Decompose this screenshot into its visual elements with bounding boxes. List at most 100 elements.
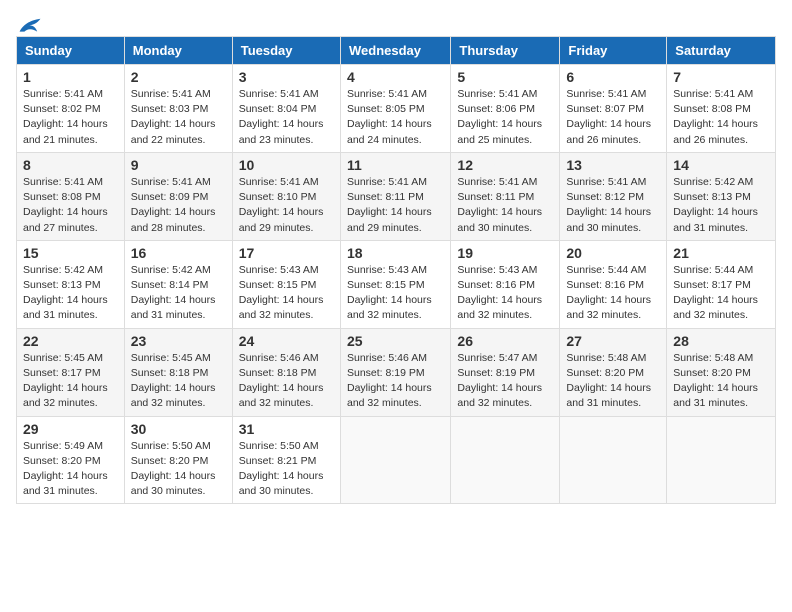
calendar-week-row: 22Sunrise: 5:45 AMSunset: 8:17 PMDayligh… — [17, 328, 776, 416]
calendar-cell: 15Sunrise: 5:42 AMSunset: 8:13 PMDayligh… — [17, 240, 125, 328]
day-number: 10 — [239, 157, 334, 173]
calendar-cell: 3 Sunrise: 5:41 AMSunset: 8:04 PMDaylight… — [232, 65, 340, 153]
day-header-friday: Friday — [560, 37, 667, 65]
calendar-cell: 22Sunrise: 5:45 AMSunset: 8:17 PMDayligh… — [17, 328, 125, 416]
day-info: Sunrise: 5:41 AMSunset: 8:05 PMDaylight:… — [347, 88, 432, 146]
page-header — [16, 16, 776, 28]
calendar-cell: 5 Sunrise: 5:41 AMSunset: 8:06 PMDaylight… — [451, 65, 560, 153]
day-info: Sunrise: 5:41 AMSunset: 8:12 PMDaylight:… — [566, 176, 651, 234]
day-number: 15 — [23, 245, 118, 261]
calendar-cell: 23 Sunrise: 5:45 AMSunset: 8:18 PMDayligh… — [124, 328, 232, 416]
calendar-week-row: 29 Sunrise: 5:49 AMSunset: 8:20 PMDayligh… — [17, 416, 776, 504]
day-header-sunday: Sunday — [17, 37, 125, 65]
day-number: 19 — [457, 245, 553, 261]
day-number: 17 — [239, 245, 334, 261]
calendar-cell: 30 Sunrise: 5:50 AMSunset: 8:20 PMDayligh… — [124, 416, 232, 504]
calendar-cell: 10Sunrise: 5:41 AMSunset: 8:10 PMDayligh… — [232, 152, 340, 240]
calendar-cell: 29 Sunrise: 5:49 AMSunset: 8:20 PMDayligh… — [17, 416, 125, 504]
day-number: 31 — [239, 421, 334, 437]
calendar-week-row: 15Sunrise: 5:42 AMSunset: 8:13 PMDayligh… — [17, 240, 776, 328]
day-number: 25 — [347, 333, 444, 349]
day-number: 23 — [131, 333, 226, 349]
day-info: Sunrise: 5:45 AMSunset: 8:18 PMDaylight:… — [131, 352, 216, 410]
day-number: 7 — [673, 69, 769, 85]
day-number: 26 — [457, 333, 553, 349]
calendar-cell: 26 Sunrise: 5:47 AMSunset: 8:19 PMDayligh… — [451, 328, 560, 416]
day-info: Sunrise: 5:49 AMSunset: 8:20 PMDaylight:… — [23, 440, 108, 498]
day-number: 8 — [23, 157, 118, 173]
day-number: 13 — [566, 157, 660, 173]
calendar-cell: 2Sunrise: 5:41 AMSunset: 8:03 PMDaylight… — [124, 65, 232, 153]
day-header-saturday: Saturday — [667, 37, 776, 65]
calendar-cell: 17 Sunrise: 5:43 AMSunset: 8:15 PMDayligh… — [232, 240, 340, 328]
calendar-cell — [560, 416, 667, 504]
calendar-cell: 27 Sunrise: 5:48 AMSunset: 8:20 PMDayligh… — [560, 328, 667, 416]
calendar-cell: 24 Sunrise: 5:46 AMSunset: 8:18 PMDayligh… — [232, 328, 340, 416]
day-number: 3 — [239, 69, 334, 85]
calendar-cell: 7 Sunrise: 5:41 AMSunset: 8:08 PMDaylight… — [667, 65, 776, 153]
day-info: Sunrise: 5:50 AMSunset: 8:21 PMDaylight:… — [239, 440, 324, 498]
calendar-cell: 20 Sunrise: 5:44 AMSunset: 8:16 PMDayligh… — [560, 240, 667, 328]
day-info: Sunrise: 5:42 AMSunset: 8:14 PMDaylight:… — [131, 264, 216, 322]
calendar-cell: 13 Sunrise: 5:41 AMSunset: 8:12 PMDayligh… — [560, 152, 667, 240]
day-number: 21 — [673, 245, 769, 261]
day-info: Sunrise: 5:42 AMSunset: 8:13 PMDaylight:… — [673, 176, 758, 234]
day-info: Sunrise: 5:46 AMSunset: 8:18 PMDaylight:… — [239, 352, 324, 410]
day-info: Sunrise: 5:46 AMSunset: 8:19 PMDaylight:… — [347, 352, 432, 410]
calendar-cell: 4 Sunrise: 5:41 AMSunset: 8:05 PMDaylight… — [340, 65, 450, 153]
day-number: 11 — [347, 157, 444, 173]
day-info: Sunrise: 5:41 AMSunset: 8:11 PMDaylight:… — [347, 176, 432, 234]
calendar-cell: 8Sunrise: 5:41 AMSunset: 8:08 PMDaylight… — [17, 152, 125, 240]
day-info: Sunrise: 5:41 AMSunset: 8:06 PMDaylight:… — [457, 88, 542, 146]
day-number: 14 — [673, 157, 769, 173]
day-number: 30 — [131, 421, 226, 437]
day-info: Sunrise: 5:50 AMSunset: 8:20 PMDaylight:… — [131, 440, 216, 498]
calendar-cell: 18 Sunrise: 5:43 AMSunset: 8:15 PMDayligh… — [340, 240, 450, 328]
day-number: 9 — [131, 157, 226, 173]
day-number: 12 — [457, 157, 553, 173]
day-info: Sunrise: 5:41 AMSunset: 8:03 PMDaylight:… — [131, 88, 216, 146]
calendar-cell — [340, 416, 450, 504]
calendar-table: SundayMondayTuesdayWednesdayThursdayFrid… — [16, 36, 776, 504]
day-info: Sunrise: 5:41 AMSunset: 8:08 PMDaylight:… — [673, 88, 758, 146]
day-header-thursday: Thursday — [451, 37, 560, 65]
day-info: Sunrise: 5:43 AMSunset: 8:15 PMDaylight:… — [239, 264, 324, 322]
calendar-cell — [667, 416, 776, 504]
calendar-cell: 19Sunrise: 5:43 AMSunset: 8:16 PMDayligh… — [451, 240, 560, 328]
day-number: 27 — [566, 333, 660, 349]
day-header-tuesday: Tuesday — [232, 37, 340, 65]
day-info: Sunrise: 5:45 AMSunset: 8:17 PMDaylight:… — [23, 352, 108, 410]
day-number: 24 — [239, 333, 334, 349]
calendar-cell: 31 Sunrise: 5:50 AMSunset: 8:21 PMDayligh… — [232, 416, 340, 504]
day-info: Sunrise: 5:41 AMSunset: 8:09 PMDaylight:… — [131, 176, 216, 234]
day-info: Sunrise: 5:48 AMSunset: 8:20 PMDaylight:… — [566, 352, 651, 410]
day-info: Sunrise: 5:48 AMSunset: 8:20 PMDaylight:… — [673, 352, 758, 410]
day-header-wednesday: Wednesday — [340, 37, 450, 65]
day-number: 20 — [566, 245, 660, 261]
day-number: 4 — [347, 69, 444, 85]
day-number: 1 — [23, 69, 118, 85]
calendar-cell: 6Sunrise: 5:41 AMSunset: 8:07 PMDaylight… — [560, 65, 667, 153]
day-info: Sunrise: 5:43 AMSunset: 8:15 PMDaylight:… — [347, 264, 432, 322]
day-info: Sunrise: 5:41 AMSunset: 8:02 PMDaylight:… — [23, 88, 108, 146]
calendar-cell: 9 Sunrise: 5:41 AMSunset: 8:09 PMDaylight… — [124, 152, 232, 240]
logo — [16, 16, 42, 28]
day-number: 6 — [566, 69, 660, 85]
day-number: 5 — [457, 69, 553, 85]
day-header-monday: Monday — [124, 37, 232, 65]
day-number: 18 — [347, 245, 444, 261]
day-number: 29 — [23, 421, 118, 437]
calendar-cell: 28Sunrise: 5:48 AMSunset: 8:20 PMDayligh… — [667, 328, 776, 416]
calendar-week-row: 8Sunrise: 5:41 AMSunset: 8:08 PMDaylight… — [17, 152, 776, 240]
day-info: Sunrise: 5:47 AMSunset: 8:19 PMDaylight:… — [457, 352, 542, 410]
calendar-cell: 11 Sunrise: 5:41 AMSunset: 8:11 PMDayligh… — [340, 152, 450, 240]
day-number: 16 — [131, 245, 226, 261]
calendar-week-row: 1 Sunrise: 5:41 AMSunset: 8:02 PMDaylight… — [17, 65, 776, 153]
calendar-cell: 16 Sunrise: 5:42 AMSunset: 8:14 PMDayligh… — [124, 240, 232, 328]
calendar-cell: 12 Sunrise: 5:41 AMSunset: 8:11 PMDayligh… — [451, 152, 560, 240]
day-info: Sunrise: 5:41 AMSunset: 8:04 PMDaylight:… — [239, 88, 324, 146]
calendar-cell: 14 Sunrise: 5:42 AMSunset: 8:13 PMDayligh… — [667, 152, 776, 240]
day-info: Sunrise: 5:44 AMSunset: 8:16 PMDaylight:… — [566, 264, 651, 322]
day-info: Sunrise: 5:44 AMSunset: 8:17 PMDaylight:… — [673, 264, 758, 322]
day-info: Sunrise: 5:41 AMSunset: 8:11 PMDaylight:… — [457, 176, 542, 234]
